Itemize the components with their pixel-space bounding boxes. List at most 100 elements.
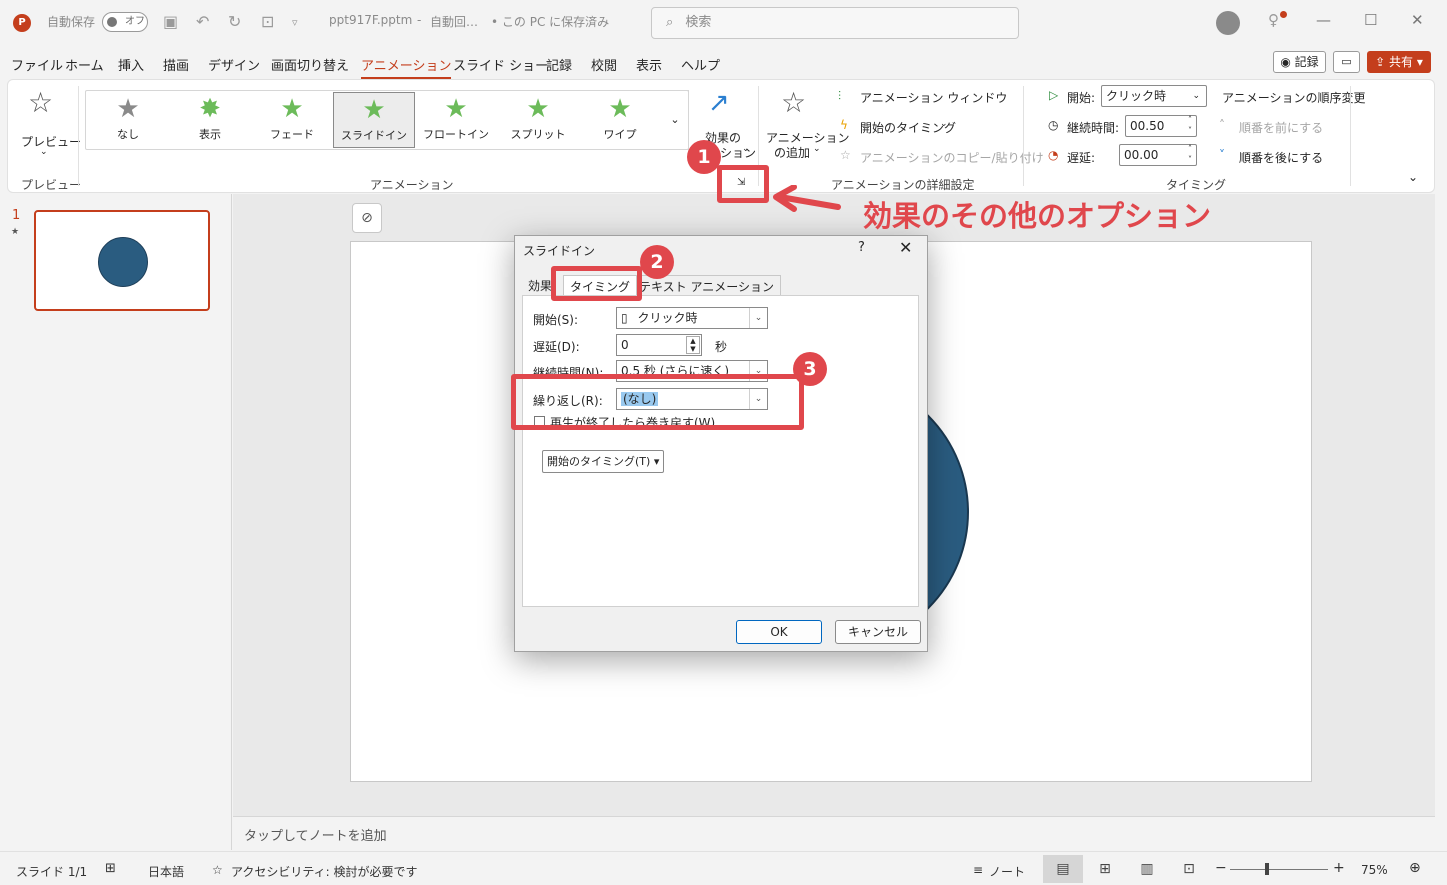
start-slideshow-icon[interactable]: ⊡ <box>261 12 274 31</box>
share-button[interactable]: ⇪ 共有 ▾ <box>1367 51 1431 73</box>
preview-chevron-icon[interactable]: ⌄ <box>40 147 48 157</box>
fit-to-window-icon[interactable]: ⊕ <box>1409 860 1421 876</box>
autosave-toggle[interactable]: オフ <box>102 12 148 32</box>
gallery-float-in[interactable]: ★ フロートイン <box>415 92 497 148</box>
save-icon[interactable]: ▣ <box>163 12 178 31</box>
tab-insert[interactable]: 挿入 <box>118 55 144 74</box>
advanced-group-label: アニメーションの詳細設定 <box>831 178 975 192</box>
gallery-appear[interactable]: ✸ 表示 <box>169 92 251 148</box>
minimize-icon[interactable]: — <box>1316 11 1331 29</box>
delay-spinner-icon[interactable]: ▲ ▼ <box>686 336 700 354</box>
gallery-none[interactable]: ★ なし <box>87 92 169 148</box>
move-later-button[interactable]: 順番を後にする <box>1239 149 1323 166</box>
share-icon: ⇪ <box>1375 55 1386 69</box>
close-window-icon[interactable]: ✕ <box>1411 11 1424 29</box>
lightbulb-icon[interactable]: ♀ <box>1268 11 1279 29</box>
move-earlier-button[interactable]: 順番を前にする <box>1239 119 1323 136</box>
zoom-slider-thumb[interactable] <box>1265 863 1269 875</box>
tab-slideshow[interactable]: スライド ショー <box>453 55 548 74</box>
annotation-badge-2: 2 <box>640 245 674 279</box>
tab-design[interactable]: デザイン <box>208 55 260 74</box>
collapse-ribbon-icon[interactable]: ⌄ <box>1408 170 1418 184</box>
gallery-more-chevron-icon[interactable]: ⌄ <box>662 90 689 150</box>
dialog-title: スライドイン <box>523 244 596 258</box>
start-select-chevron-icon: ⌄ <box>1192 91 1200 101</box>
notes-pane[interactable]: タップしてノートを追加 <box>233 816 1435 850</box>
trigger-button[interactable]: 開始のタイミング(T) ▾ <box>542 450 665 473</box>
notes-toggle[interactable]: ノート <box>989 863 1025 880</box>
tab-animations[interactable]: アニメーション <box>361 55 452 79</box>
clock-icon: ◷ <box>1048 118 1059 132</box>
dialog-close-icon[interactable]: ✕ <box>899 238 912 257</box>
record-button[interactable]: ◉ 記録 <box>1273 51 1326 73</box>
start-combo[interactable]: ▯ クリック時 ⌄ <box>616 307 768 329</box>
account-avatar-icon[interactable] <box>1216 11 1240 35</box>
effect-options-chevron-icon[interactable]: ⌄ <box>742 144 750 154</box>
gallery-label: 表示 <box>199 128 221 141</box>
slide-thumbnail[interactable] <box>34 210 210 311</box>
annotation-box-1 <box>717 165 769 203</box>
slideshow-view-icon[interactable]: ⊡ <box>1169 855 1209 883</box>
tab-help[interactable]: ヘルプ <box>681 55 720 74</box>
tab-record[interactable]: 記録 <box>546 55 572 74</box>
effect-options-arrow-icon[interactable]: ↗ <box>708 88 730 118</box>
timing-panel: 開始(S): ▯ クリック時 ⌄ 遅延(D): 0 ▲ ▼ 秒 継続時間(N): … <box>522 295 919 607</box>
tab-view[interactable]: 表示 <box>636 55 662 74</box>
maximize-icon[interactable]: ☐ <box>1364 11 1377 29</box>
gallery-fade[interactable]: ★ フェード <box>251 92 333 148</box>
zoom-out-icon[interactable]: − <box>1215 860 1227 876</box>
trigger-chevron-icon[interactable]: ⌄ <box>940 119 948 129</box>
start-select[interactable]: クリック時 ⌄ <box>1101 85 1207 107</box>
duration-spinner-icon[interactable]: ˄ ˅ <box>1188 114 1192 136</box>
animation-pane-button[interactable]: アニメーション ウィンドウ <box>860 89 1007 106</box>
ok-button[interactable]: OK <box>736 620 822 644</box>
undo-icon[interactable]: ↶ <box>196 12 209 31</box>
designer-icon[interactable]: ⊘ <box>352 203 382 233</box>
redo-icon[interactable]: ↻ <box>228 12 241 31</box>
star-icon: ★ <box>526 94 550 124</box>
slide-number: 1 <box>12 208 21 223</box>
add-animation-chevron-icon[interactable]: ⌄ <box>813 144 821 154</box>
delay-input[interactable]: 00.00 ˄ ˅ <box>1119 144 1197 166</box>
customize-qat-icon[interactable]: ▿ <box>292 16 298 29</box>
zoom-level[interactable]: 75% <box>1361 863 1388 877</box>
preview-star-icon[interactable]: ☆ <box>28 86 53 119</box>
add-animation-star-icon[interactable]: ☆ <box>781 86 806 119</box>
gallery-split[interactable]: ★ スプリット <box>497 92 579 148</box>
preview-group-label: プレビュー <box>21 178 82 192</box>
start-label: 開始: <box>1067 91 1096 105</box>
duration-input[interactable]: 00.50 ˄ ˅ <box>1125 115 1197 137</box>
gallery-fly-in[interactable]: ★ スライドイン <box>333 92 415 148</box>
slide-thumbnail-pane: 1 ★ <box>0 194 232 850</box>
search-box[interactable]: ⌕ 検索 <box>651 7 1019 39</box>
record-button-label: 記録 <box>1294 55 1319 69</box>
tab-review[interactable]: 校閲 <box>591 55 617 74</box>
delay-input[interactable]: 0 ▲ ▼ <box>616 334 702 356</box>
tab-transitions[interactable]: 画面切り替え <box>271 55 349 74</box>
group-divider <box>78 86 79 186</box>
gallery-label: フロートイン <box>423 128 489 141</box>
comments-icon[interactable]: ▭ <box>1333 51 1360 73</box>
cancel-button[interactable]: キャンセル <box>835 620 921 644</box>
slide-sorter-icon[interactable]: ⊞ <box>1085 855 1125 883</box>
tab-home[interactable]: ホーム <box>65 55 104 74</box>
animation-painter-button[interactable]: アニメーションのコピー/貼り付け <box>860 149 1044 166</box>
zoom-slider[interactable] <box>1230 869 1328 870</box>
effect-options-button-line2[interactable]: ション <box>720 144 756 161</box>
share-button-label: 共有 <box>1389 55 1414 69</box>
normal-view-icon[interactable]: ▤ <box>1043 855 1083 883</box>
gallery-wipe[interactable]: ★ ワイプ <box>579 92 661 148</box>
delay-spinner-icon[interactable]: ˄ ˅ <box>1188 143 1192 165</box>
dialog-tab-timing[interactable]: タイミング <box>563 275 638 295</box>
reading-view-icon[interactable]: ▥ <box>1127 855 1167 883</box>
add-animation-line2[interactable]: の追加 <box>774 144 810 161</box>
zoom-in-icon[interactable]: + <box>1333 860 1345 876</box>
accessibility-status[interactable]: アクセシビリティ: 検討が必要です <box>231 863 418 880</box>
tab-draw[interactable]: 描画 <box>163 55 189 74</box>
help-icon[interactable]: ? <box>858 240 865 255</box>
tab-file[interactable]: ファイル <box>11 55 63 74</box>
preview-button[interactable]: プレビュー <box>21 133 81 150</box>
language[interactable]: 日本語 <box>148 863 184 880</box>
spellcheck-book-icon[interactable]: ⊞ <box>105 861 116 876</box>
duration-label: 継続時間: <box>1067 121 1120 135</box>
